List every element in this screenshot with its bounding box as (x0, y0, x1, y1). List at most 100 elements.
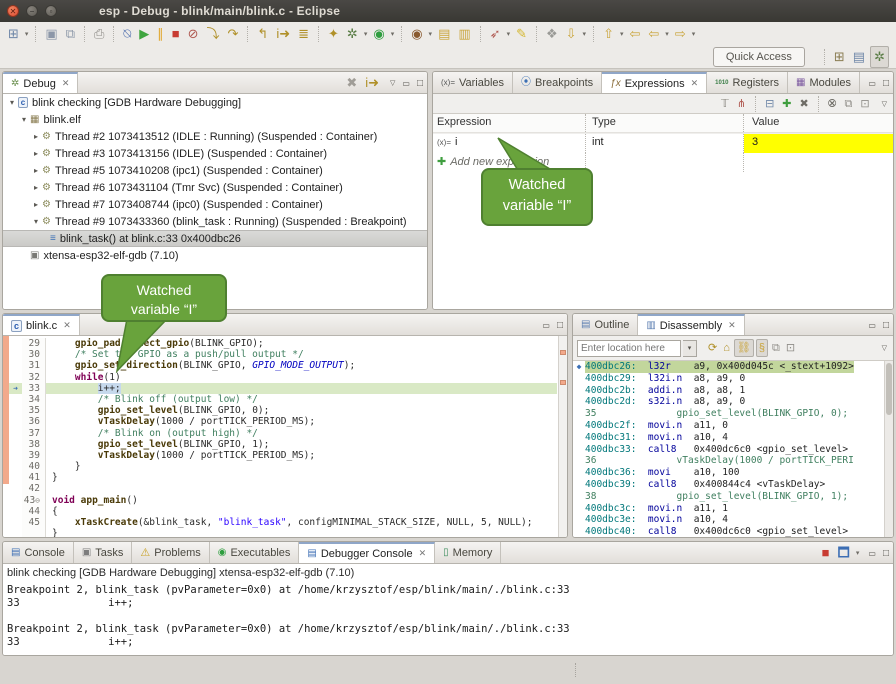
breakpoint-gutter[interactable] (9, 450, 22, 461)
breakpoint-gutter[interactable] (9, 394, 22, 405)
code-line[interactable]: 35 gpio_set_level(BLINK_GPIO, 0); (9, 405, 557, 416)
breakpoint-gutter[interactable] (9, 495, 22, 506)
print-icon[interactable]: ⎙ (91, 24, 107, 44)
location-input[interactable] (577, 340, 681, 357)
breakpoint-gutter[interactable] (9, 416, 22, 427)
disasm-line[interactable]: 400dbc3e: movi.n a10, 4 (573, 514, 893, 526)
disconnect-icon[interactable]: ⊘ (185, 24, 202, 44)
disassembly-scrollbar[interactable] (884, 361, 893, 537)
previous-annotation-icon[interactable]: ⇧ (600, 24, 617, 44)
code-line[interactable]: 45 xTaskCreate(&blink_task, "blink_task"… (9, 517, 557, 528)
new-wizard-dropdown-icon[interactable]: ▾ (23, 30, 31, 38)
sync-with-stack-frame-icon[interactable]: ⛓ (734, 339, 754, 357)
use-step-filters-icon[interactable]: ✦ (325, 24, 342, 44)
tree-row[interactable]: ▸⚙Thread #5 1073410208 (ipc1) (Suspended… (3, 162, 427, 179)
show-source-icon[interactable]: ≣ (295, 24, 312, 44)
code-line[interactable]: 44{ (9, 506, 557, 517)
open-task-icon[interactable]: ▤ (435, 24, 453, 44)
next-annotation-icon[interactable]: ⇩ (563, 24, 580, 44)
tab-tasks[interactable]: ▣Tasks (74, 542, 133, 563)
tree-row[interactable]: ▸⚙Thread #6 1073431104 (Tmr Svc) (Suspen… (3, 179, 427, 196)
code-line[interactable]: 32 while(1) (9, 372, 557, 383)
code-line[interactable]: } (9, 528, 557, 537)
disasm-source-line[interactable]: 35 gpio_set_level(BLINK_GPIO, 0); (573, 408, 893, 420)
mark-occurrences-icon[interactable]: ✎ (513, 24, 530, 44)
tab-breakpoints[interactable]: ⦿Breakpoints (513, 72, 602, 93)
cpp-perspective-icon[interactable]: ▤ (850, 47, 868, 67)
resume-icon[interactable]: ▶ (136, 24, 152, 44)
code-line[interactable]: 40 } (9, 461, 557, 472)
forward-icon[interactable]: ⇨ (672, 24, 689, 44)
collapse-all-icon[interactable]: ⊟ (762, 96, 777, 112)
view-menu-icon[interactable]: ▽ (882, 344, 887, 352)
view-menu-icon[interactable]: ▽ (882, 100, 887, 108)
suspend-icon[interactable]: ∥ (154, 24, 167, 44)
view-menu-icon[interactable]: ▽ (390, 79, 395, 87)
tab-problems[interactable]: ⚠Problems (132, 542, 209, 563)
save-icon[interactable]: ▣ (42, 24, 60, 44)
next-annotation-dropdown-icon[interactable]: ▾ (581, 30, 589, 38)
code-line[interactable]: 30 /* Set the GPIO as a push/pull output… (9, 349, 557, 360)
tab-registers[interactable]: 1010Registers (707, 72, 788, 93)
instruction-stepping-toggle-icon[interactable]: i➜ (362, 73, 382, 93)
code-line[interactable]: 38 gpio_set_level(BLINK_GPIO, 1); (9, 439, 557, 450)
debug-dropdown-icon[interactable]: ▾ (362, 30, 370, 38)
breakpoint-gutter[interactable] (9, 461, 22, 472)
minimize-view-icon[interactable]: ▭ (402, 79, 410, 88)
disasm-line[interactable]: 400dbc2f: movi.n a11, 0 (573, 420, 893, 432)
maximize-view-icon[interactable]: □ (883, 320, 889, 331)
disasm-source-line[interactable]: 38 gpio_set_level(BLINK_GPIO, 1); (573, 491, 893, 503)
tab-executables[interactable]: ◉Executables (210, 542, 300, 563)
code-line[interactable]: 37 /* Blink on (output high) */ (9, 428, 557, 439)
close-tab-icon[interactable]: ✕ (691, 78, 699, 89)
code-line[interactable]: 42 (9, 483, 557, 494)
tree-row[interactable]: ▸⚙Thread #2 1073413512 (IDLE : Running) … (3, 128, 427, 145)
disasm-source-line[interactable]: 36 vTaskDelay(1000 / portTICK_PERI (573, 455, 893, 467)
new-view-icon[interactable]: ⧉ (842, 96, 856, 112)
tab-disassembly[interactable]: ▥Disassembly✕ (638, 314, 744, 335)
remove-expression-icon[interactable]: ✖ (797, 96, 812, 112)
breakpoint-gutter[interactable] (9, 506, 22, 517)
location-dropdown-icon[interactable]: ▾ (683, 340, 697, 357)
disasm-line[interactable]: 400dbc31: movi.n a10, 4 (573, 432, 893, 444)
code-line[interactable]: 36 vTaskDelay(1000 / portTICK_PERIOD_MS)… (9, 416, 557, 427)
terminate-icon[interactable]: ■ (169, 24, 183, 44)
stack-frame-row[interactable]: ≡blink_task() at blink.c:33 0x400dbc26 (3, 230, 427, 247)
maximize-view-icon[interactable]: □ (417, 78, 423, 89)
breakpoint-gutter[interactable] (9, 338, 22, 349)
add-expression-icon[interactable]: ✚ (779, 96, 794, 112)
disasm-current-line[interactable]: 400dbc26: l32r a9, 0x400d045c <_stext+10… (573, 361, 893, 373)
column-expression[interactable]: Expression (433, 114, 586, 132)
breakpoint-gutter[interactable] (9, 483, 22, 494)
display-selected-console-dropdown-icon[interactable]: ▾ (854, 549, 862, 557)
terminate-console-icon[interactable]: ■ (819, 543, 833, 563)
close-button[interactable]: ✕ (7, 5, 19, 17)
breakpoint-gutter[interactable] (9, 472, 22, 483)
disasm-line[interactable]: 400dbc39: call8 0x400844c4 <vTaskDelay> (573, 479, 893, 491)
tab-console[interactable]: ▤Console (3, 542, 74, 563)
tree-row[interactable]: ▾cblink checking [GDB Hardware Debugging… (3, 94, 427, 111)
tab-blink-c[interactable]: c blink.c ✕ (3, 314, 80, 335)
breakpoint-gutter[interactable] (9, 405, 22, 416)
tree-row[interactable]: ▣xtensa-esp32-elf-gdb (7.10) (3, 247, 427, 264)
maximize-view-icon[interactable]: □ (883, 78, 889, 89)
overview-marker[interactable] (560, 380, 566, 385)
code-line[interactable]: 43void app_main() (9, 495, 557, 506)
overview-marker[interactable] (560, 350, 566, 355)
disasm-line[interactable]: 400dbc40: call8 0x400dc6c0 <gpio_set_lev… (573, 526, 893, 537)
display-selected-console-icon[interactable]: 🗖 (835, 543, 853, 563)
back-icon[interactable]: ⇦ (645, 24, 662, 44)
back-dropdown-icon[interactable]: ▾ (663, 30, 671, 38)
forward-dropdown-icon[interactable]: ▾ (690, 30, 698, 38)
profile-icon[interactable]: ◉ (408, 24, 425, 44)
tab-debug[interactable]: ✲ Debug ✕ (3, 72, 78, 93)
column-type[interactable]: Type (586, 114, 744, 132)
step-into-icon[interactable]: ⤵ (204, 24, 223, 44)
run-dropdown-icon[interactable]: ▾ (389, 30, 397, 38)
disasm-line[interactable]: 400dbc29: l32i.n a8, a9, 0 (573, 373, 893, 385)
minimize-button[interactable]: − (26, 5, 38, 17)
refresh-view-icon[interactable]: ⟳ (706, 340, 719, 356)
disasm-line[interactable]: 400dbc2d: s32i.n a8, a9, 0 (573, 396, 893, 408)
maximize-view-icon[interactable]: □ (883, 548, 889, 559)
new-wizard-icon[interactable]: ⊞ (5, 24, 22, 44)
